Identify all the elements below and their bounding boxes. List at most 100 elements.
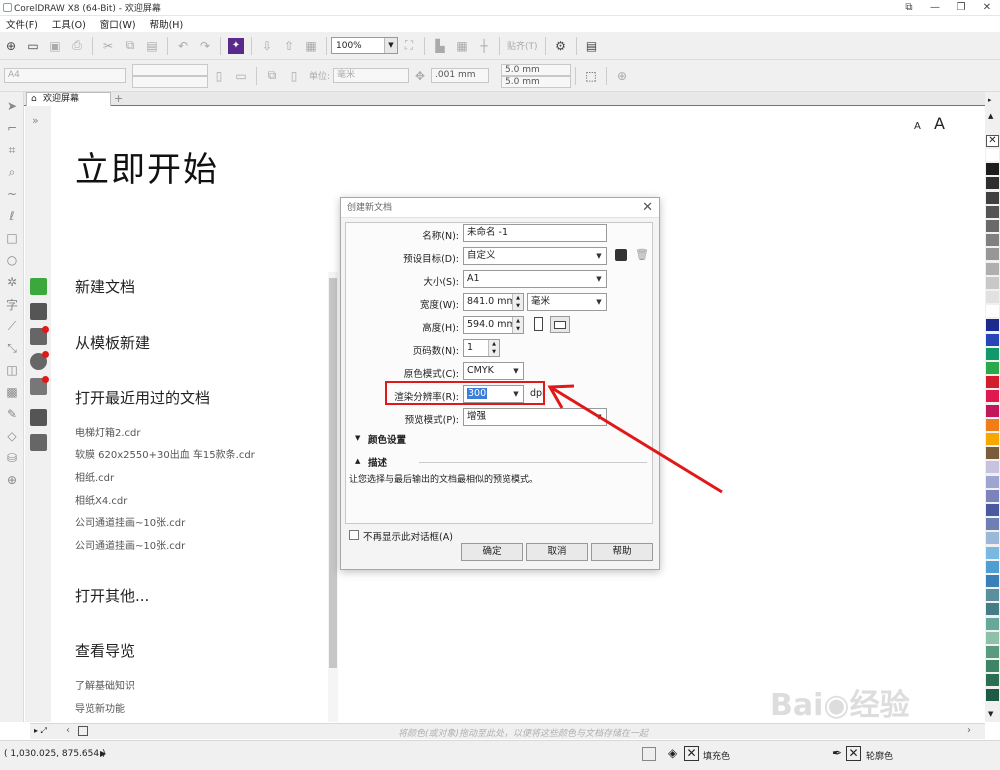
no-color-swatch[interactable]: ✕ bbox=[986, 135, 999, 147]
recent-file-item[interactable]: 公司通道挂画~10张.cdr bbox=[75, 514, 185, 529]
menu-window[interactable]: 窗口(W) bbox=[100, 17, 136, 31]
color-swatch[interactable] bbox=[986, 333, 999, 346]
drop-shadow-icon[interactable]: ◫ bbox=[4, 362, 20, 378]
color-swatch[interactable] bbox=[986, 475, 999, 488]
parallel-dimension-icon[interactable]: ⟋ bbox=[4, 318, 20, 334]
new-tab-button[interactable]: + bbox=[114, 92, 123, 105]
color-swatch[interactable] bbox=[986, 560, 999, 573]
description-toggle[interactable]: 描述 bbox=[368, 455, 387, 469]
scroll-left-icon[interactable]: ‹ bbox=[66, 725, 70, 736]
ellipse-tool-icon[interactable]: ○ bbox=[4, 252, 20, 268]
transparency-icon[interactable]: ▩ bbox=[4, 384, 20, 400]
color-swatch[interactable] bbox=[986, 532, 999, 545]
width-spinner[interactable]: ▲ ▼ bbox=[512, 294, 523, 310]
rectangle-tool-icon[interactable]: □ bbox=[4, 230, 20, 246]
add-tool-icon[interactable]: ⊕ bbox=[4, 472, 20, 488]
color-swatch[interactable] bbox=[986, 291, 999, 303]
color-proof-icon[interactable] bbox=[642, 747, 656, 761]
menu-tools[interactable]: 工具(O) bbox=[52, 17, 86, 31]
color-swatch[interactable] bbox=[986, 546, 999, 559]
palette-menu-icon[interactable]: ▸ bbox=[988, 96, 992, 104]
units-select[interactable]: 毫米 ▼ bbox=[527, 293, 607, 311]
export-icon[interactable]: ⇧ bbox=[281, 38, 297, 54]
color-mode-select[interactable]: CMYK ▼ bbox=[463, 362, 524, 380]
all-pages-icon[interactable]: ⧉ bbox=[264, 68, 280, 84]
color-swatch[interactable] bbox=[986, 575, 999, 587]
duplicate-y-field[interactable]: 5.0 mm bbox=[501, 75, 572, 88]
fill-none-icon[interactable]: ✕ bbox=[684, 746, 699, 761]
dont-show-label[interactable]: 不再显示此对话框(A) bbox=[363, 529, 453, 543]
color-swatch[interactable] bbox=[986, 489, 999, 502]
outline-none-icon[interactable]: ✕ bbox=[846, 746, 861, 761]
color-swatch[interactable] bbox=[986, 248, 999, 261]
ok-button[interactable]: 确定 bbox=[461, 543, 523, 561]
expand-color-settings-icon[interactable]: ▼ bbox=[355, 434, 360, 442]
color-swatch[interactable] bbox=[986, 617, 999, 630]
font-larger-button[interactable]: A bbox=[934, 114, 945, 133]
undo-icon[interactable]: ↶ bbox=[175, 38, 191, 54]
welcome-scrollbar[interactable] bbox=[328, 272, 338, 722]
color-swatch[interactable] bbox=[986, 631, 999, 644]
recent-file-item[interactable]: 相纸.cdr bbox=[75, 469, 114, 484]
workspace-icon[interactable] bbox=[30, 303, 47, 320]
import-icon[interactable]: ⇩ bbox=[259, 38, 275, 54]
new-document-icon[interactable]: ⊕ bbox=[3, 38, 19, 54]
zoom-level-select[interactable]: 100% ▼ bbox=[331, 37, 398, 54]
landscape-orientation-button[interactable] bbox=[550, 316, 570, 333]
smart-fill-icon[interactable]: ⛁ bbox=[4, 450, 20, 466]
guide-item[interactable]: 了解基础知识 bbox=[75, 677, 135, 692]
dialog-close-icon[interactable]: ✕ bbox=[642, 198, 653, 218]
collapse-chevron-icon[interactable]: » bbox=[32, 114, 39, 127]
current-page-icon[interactable]: ▯ bbox=[286, 68, 302, 84]
publish-pdf-icon[interactable]: ▦ bbox=[303, 38, 319, 54]
color-swatch[interactable] bbox=[986, 589, 999, 602]
color-swatch[interactable] bbox=[986, 418, 999, 431]
color-swatch[interactable] bbox=[986, 404, 999, 417]
page-size-select[interactable]: A4 bbox=[4, 68, 126, 83]
snap-to-dropdown[interactable]: 贴齐(T) bbox=[507, 39, 538, 52]
application-launcher-icon[interactable]: ▤ bbox=[584, 38, 600, 54]
color-swatch[interactable] bbox=[986, 347, 999, 360]
no-color-swatch[interactable] bbox=[78, 726, 88, 736]
color-swatch[interactable] bbox=[986, 433, 999, 445]
delete-preset-icon[interactable]: 🗑 bbox=[635, 248, 649, 261]
color-swatch[interactable] bbox=[986, 191, 999, 204]
rulers-icon[interactable]: ▙ bbox=[432, 38, 448, 54]
open-folder-icon[interactable]: ▭ bbox=[25, 38, 41, 54]
new-document-link[interactable]: 新建文档 bbox=[75, 276, 135, 297]
color-swatch[interactable] bbox=[986, 376, 999, 389]
color-swatch[interactable] bbox=[986, 362, 999, 374]
print-icon[interactable]: ⎙ bbox=[69, 38, 85, 54]
full-screen-icon[interactable]: ⛶ bbox=[401, 38, 417, 54]
dont-show-checkbox[interactable] bbox=[349, 530, 359, 540]
corel-connect-icon[interactable]: ✦ bbox=[228, 37, 244, 54]
redo-icon[interactable]: ↷ bbox=[197, 38, 213, 54]
color-swatch[interactable] bbox=[986, 163, 999, 176]
color-swatch[interactable] bbox=[986, 319, 999, 332]
scrollbar-thumb[interactable] bbox=[329, 278, 337, 668]
color-swatch[interactable] bbox=[986, 674, 999, 687]
cut-icon[interactable]: ✂ bbox=[100, 38, 116, 54]
cancel-button[interactable]: 取消 bbox=[526, 543, 588, 561]
account-icon[interactable]: ⧉ bbox=[896, 0, 922, 16]
recent-file-item[interactable]: 公司通道挂画~10张.cdr bbox=[75, 537, 185, 552]
help-button[interactable]: 帮助 bbox=[591, 543, 653, 561]
color-swatch[interactable] bbox=[986, 262, 999, 275]
portrait-orientation-icon[interactable] bbox=[534, 317, 543, 331]
color-swatch[interactable] bbox=[986, 305, 999, 318]
page-height-field[interactable] bbox=[132, 75, 208, 88]
treat-as-filled-icon[interactable]: ⬚ bbox=[583, 68, 599, 84]
units-select[interactable]: 毫米 bbox=[333, 68, 410, 83]
guide-item[interactable]: 导览新功能 bbox=[75, 700, 125, 715]
color-swatch[interactable] bbox=[986, 646, 999, 658]
font-smaller-button[interactable]: A bbox=[914, 121, 921, 132]
nudge-distance-field[interactable]: .001 mm bbox=[431, 68, 490, 83]
crop-tool-icon[interactable]: ⌗ bbox=[4, 142, 20, 158]
recent-file-item[interactable]: 相纸X4.cdr bbox=[75, 492, 127, 507]
color-swatch[interactable] bbox=[986, 276, 999, 289]
height-spinner[interactable]: ▲ ▼ bbox=[512, 317, 523, 333]
color-swatch[interactable] bbox=[986, 504, 999, 516]
color-swatch[interactable] bbox=[986, 518, 999, 531]
interactive-fill-icon[interactable]: ◇ bbox=[4, 428, 20, 444]
product-icon[interactable] bbox=[30, 409, 47, 426]
